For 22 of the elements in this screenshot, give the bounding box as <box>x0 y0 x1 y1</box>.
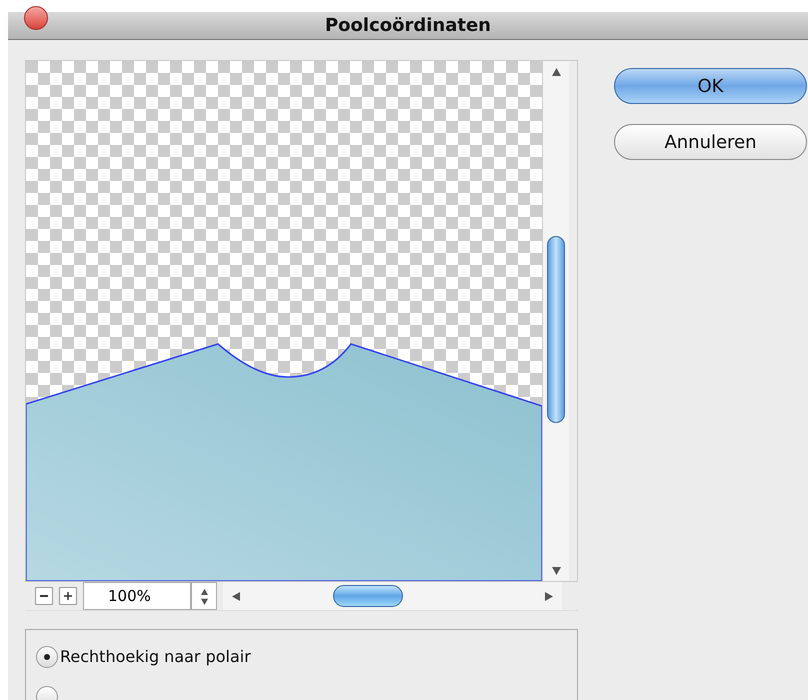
scroll-thumb[interactable] <box>547 236 565 423</box>
horizontal-scrollbar[interactable] <box>223 582 562 610</box>
zoom-stepper[interactable] <box>191 582 217 610</box>
down-arrow-icon[interactable] <box>200 598 208 604</box>
window-title: Poolcoördinaten <box>324 14 492 38</box>
zoom-field[interactable]: 100% <box>83 582 191 610</box>
down-arrow-icon[interactable] <box>552 566 560 575</box>
left-arrow-icon[interactable] <box>231 592 240 600</box>
right-arrow-icon[interactable] <box>545 592 554 600</box>
cancel-button[interactable]: Annuleren <box>614 124 807 160</box>
plus-icon <box>64 592 72 600</box>
scroll-thumb[interactable] <box>333 585 403 607</box>
minus-icon <box>40 595 48 597</box>
up-arrow-icon[interactable] <box>200 588 208 594</box>
radio-button[interactable] <box>36 646 58 668</box>
zoom-in-button[interactable] <box>59 587 77 605</box>
ok-button[interactable]: OK <box>614 68 807 104</box>
close-icon[interactable] <box>24 6 48 30</box>
up-arrow-icon[interactable] <box>552 67 560 76</box>
vertical-scrollbar[interactable] <box>542 61 569 581</box>
radio-label: Rechthoekig naar polair <box>60 646 251 668</box>
zoom-out-button[interactable] <box>35 587 53 605</box>
